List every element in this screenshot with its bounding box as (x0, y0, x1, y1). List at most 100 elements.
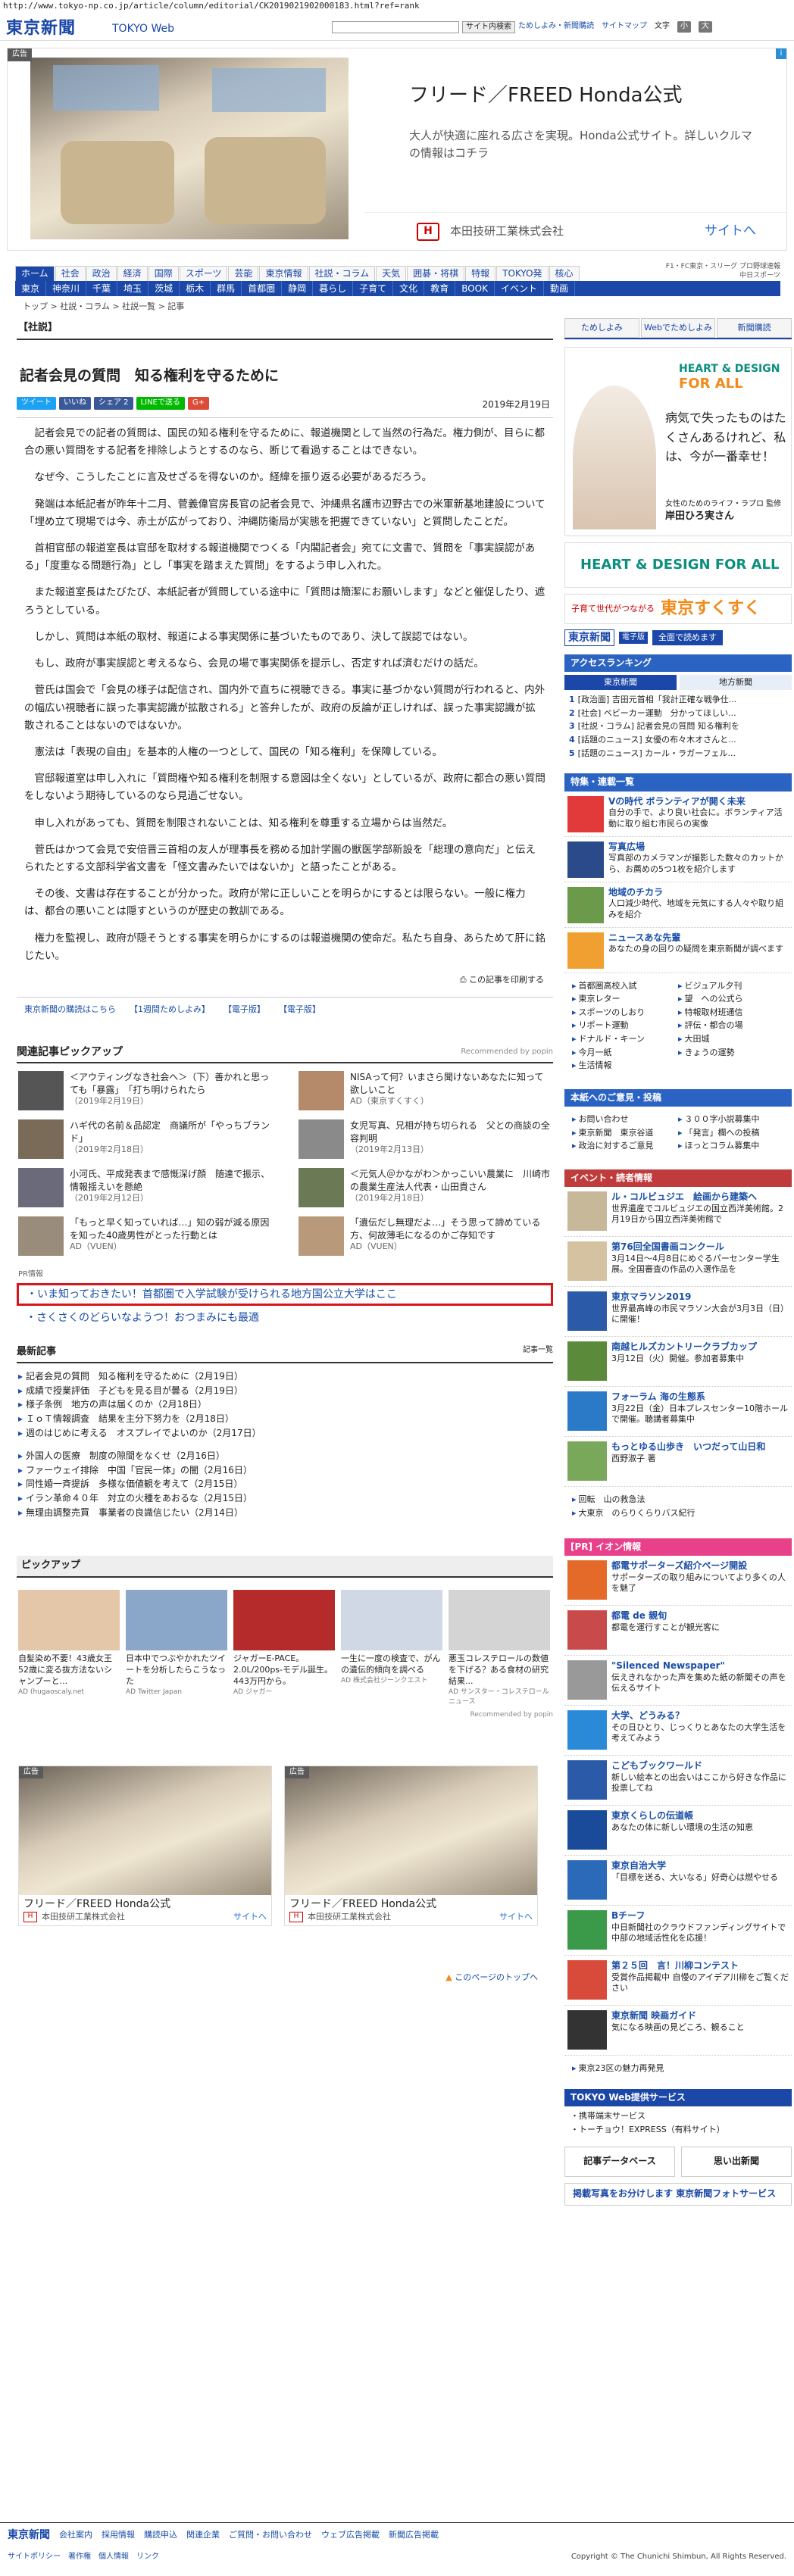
event-item[interactable]: フォーラム 海の生態系 3月22日（金）日本プレスセンター10階ホールで開催。聴講… (564, 1387, 792, 1438)
link[interactable]: ３００字小説募集中 (678, 1113, 784, 1126)
nav-item[interactable]: スポーツ (179, 266, 228, 281)
list-item[interactable]: 成績で授業評価 子どもを見る目が曇る（2月19日） (18, 1384, 552, 1398)
event-item[interactable]: もっとゆる山歩き いつだって山日和 西野淑子 著 (564, 1437, 792, 1488)
list-item[interactable]: 同性婚一斉提訴 多様な価値観を考えて（2月15日） (18, 1477, 552, 1491)
address-bar[interactable]: http://www.tokyo-np.co.jp/article/column… (0, 0, 794, 12)
feature-item[interactable]: ニュースあな先輩 あなたの身の回りの疑問を東京新聞が調べます (564, 928, 792, 973)
page-top-link[interactable]: ▲ このページのトップへ (17, 1972, 553, 1984)
footer-link[interactable]: ご質問・お問い合わせ (229, 2529, 312, 2541)
subnav-item[interactable]: 茨城 (148, 281, 180, 296)
article-db-button[interactable]: 記事データベース (564, 2147, 675, 2178)
chunichi-sports-link[interactable]: 中日スポーツ (666, 272, 780, 281)
subnav-item[interactable]: BOOK (455, 281, 495, 296)
list-item[interactable]: 様子条例 地方の声は届くのか（2月18日） (18, 1397, 552, 1412)
link[interactable]: お問い合わせ (572, 1113, 678, 1126)
privacy-link[interactable]: 個人情報 (98, 2552, 129, 2563)
subnav-item[interactable]: 暮らし (313, 281, 354, 296)
subnav-item[interactable]: 埼玉 (117, 281, 149, 296)
subnav-item[interactable]: 千葉 (86, 281, 118, 296)
sports-link[interactable]: F1・FC東京・スリーグ プロ野球速報 (666, 263, 780, 272)
line-button[interactable]: LINEで送る (136, 397, 185, 410)
pickup-item[interactable]: ジャガーE-PACE。2.0L/200ps-モデル誕生。443万円から。 AD ジ… (233, 1590, 335, 1707)
footer-logo[interactable]: 東京新聞 (8, 2528, 50, 2543)
event-item[interactable]: 東京マラソン2019 世界最高峰の市民マラソン大会が3月3日（日）に開催！ (564, 1287, 792, 1338)
ad-site-link[interactable]: サイトへ (499, 1911, 533, 1923)
ad-info-icon[interactable]: i (776, 48, 786, 59)
font-small-button[interactable]: 小 (677, 21, 691, 33)
footer-link[interactable]: 購読申込 (144, 2529, 177, 2541)
aeon-item[interactable]: 東京自治大学 「目標を送る、大いなる」好奇心は燃やせる (564, 1856, 792, 1906)
ad-title[interactable]: フリード／FREED Honda公式 (409, 82, 683, 111)
subnav-item[interactable]: 群馬 (211, 281, 242, 296)
tab-web-trial[interactable]: Webでためしよみ (640, 318, 716, 338)
subscribe-link[interactable]: ためしよみ・新聞購読 (518, 21, 594, 33)
site-logo[interactable]: 東京新聞 (6, 17, 76, 41)
link[interactable]: 評伝・都合の場 (678, 1019, 784, 1032)
link[interactable]: 今月一紙 (572, 1046, 678, 1060)
nav-item[interactable]: 核心 (549, 266, 580, 281)
pickup-item[interactable]: 自髪染め不要！43歳女王52歳に変る抜方法ないシャンプーと... AD (huga… (18, 1590, 120, 1707)
feature-item[interactable]: 写真広場 写真部のカメラマンが撮影した数々のカットから、お薦めの5つ1枚を紹介しま… (564, 837, 792, 882)
related-item[interactable]: NISAって何？いまさら聞けないあなたに知って欲しいこと AD（東京すくすく） (299, 1071, 552, 1112)
nav-item[interactable]: 社会 (55, 266, 86, 281)
event-item[interactable]: 南越ヒルズカントリークラブカップ 3月12日（火）開催。参加者募集中 (564, 1337, 792, 1388)
link[interactable]: スポーツのしおり (572, 1006, 678, 1019)
list-item[interactable]: 記者会見の質問 知る権利を守るために（2月19日） (18, 1369, 552, 1384)
related-item[interactable]: 「もっと早く知っていれば…」知の弱が減る原因を知った40歳男性がとった行動とは A… (18, 1216, 271, 1257)
subnav-item[interactable]: 文化 (393, 281, 425, 296)
breadcrumb[interactable]: トップ > 社説・コラム > 社説一覧 > 記事 (23, 301, 794, 313)
pr-highlight-link[interactable]: ・いま知っておきたい！首都圏で入学試験が受けられる地方国公立大学はここ (17, 1282, 553, 1307)
aeon-item[interactable]: 都電サポーターズ紹介ページ開設 サポーターズの取り組みについてより多くの人を魅了 (564, 1556, 792, 1606)
related-item[interactable]: 「遺伝だし無理だよ…」そう思って諦めている方、何故薄毛になるのかご存知です AD（… (299, 1216, 552, 1257)
pickup-item[interactable]: 一生に一度の検査で、がんの遺伝的傾向を調べる AD 株式会社ジーンクエスト (341, 1590, 442, 1707)
list-item[interactable]: 無理由調整売買 事業者の良識信じたい（2月14日） (18, 1506, 552, 1520)
subscribe-link[interactable]: 東京新聞の購読はこちら (24, 1004, 116, 1016)
font-large-button[interactable]: 大 (699, 21, 712, 33)
footer-link[interactable]: ウェブ広告掲載 (321, 2529, 380, 2541)
latest-list-link[interactable]: 記事一覧 (523, 1345, 553, 1360)
nav-item[interactable]: 国際 (148, 266, 179, 281)
list-item[interactable]: 4 [話題のニュース] 女優の布々木オさんと... (569, 733, 787, 747)
pickup-item[interactable]: 日本中でつぶやかれたツイートを分析したらこうなった AD Twitter Japa… (126, 1590, 227, 1707)
nav-item[interactable]: 社説・コラム (308, 266, 376, 281)
gplus-button[interactable]: G+ (187, 397, 210, 410)
aeon-item[interactable]: 東京くらしの伝道帳 あなたの体に新しい環境の生活の知恵 (564, 1806, 792, 1856)
nav-home[interactable]: ホーム (15, 266, 55, 281)
pickup-item[interactable]: 悪玉コレステロールの数値を下げる？ある食材の研究結果... AD サンスター・コレ… (449, 1590, 550, 1707)
footer-link[interactable]: 関連企業 (186, 2529, 220, 2541)
subnav-item[interactable]: 静岡 (282, 281, 314, 296)
aeon-item[interactable]: こどもブックワールド 新しい絵本との出会いはここから好きな作品に投票してね (564, 1756, 792, 1806)
like-button[interactable]: いいね (59, 397, 91, 410)
list-item[interactable]: 3 [社説・コラム] 記者会見の質問 知る権利を (569, 720, 787, 733)
bottom-ad[interactable]: 広告 フリード／FREED Honda公式 H 本田技研工業株式会社 サイトへ (284, 1765, 538, 1926)
link[interactable]: 生活情報 (572, 1059, 678, 1073)
pr-link[interactable]: ・さくさくのどらいなようつ！おつまみにも最適 (17, 1306, 553, 1330)
aeon-item[interactable]: 都電 de 親旬 都電を運行すことが観光客に (564, 1606, 792, 1656)
link[interactable]: ドナルド・キーン (572, 1032, 678, 1046)
aeon-item[interactable]: 第２５回 言！川柳コンテスト 受賞作品掲載中 自慢のアイデア川柳をご覧ください (564, 1956, 792, 2006)
list-item[interactable]: 5 [話題のニュース] カール・ラガーフェル... (569, 747, 787, 760)
list-item[interactable]: ＩｏＴ情報調査 結果を主分下努力を（2月18日） (18, 1412, 552, 1426)
share-button[interactable]: シェア 2 (94, 397, 133, 410)
popin-credit[interactable]: Recommended by popin (461, 1047, 553, 1058)
ad-site-link[interactable]: サイトへ (705, 222, 756, 241)
list-item[interactable]: ファーウェイ排除 中国「官民一体」の闇（2月16日） (18, 1463, 552, 1478)
tokyo-web-logo[interactable]: TOKYO Web (112, 21, 174, 36)
heart-design-banner[interactable]: HEART & DESIGN FOR ALL (564, 542, 792, 588)
photo-service-banner[interactable]: 掲載写真をお分けします 東京新聞フォトサービス (564, 2183, 792, 2206)
link[interactable]: 東京新聞 東京谷道 (572, 1126, 678, 1140)
link[interactable]: 東京レター (572, 992, 678, 1006)
footer-link[interactable]: 新聞広告掲載 (389, 2529, 439, 2541)
aeon-item[interactable]: Bチーフ 中日新聞社のクラウドファンディングサイトで中部の地域活性化を応援！ (564, 1906, 792, 1956)
related-item[interactable]: 小河氏、平成発表まで感慨深げ顔 随達で振示、情報揺えいを懸絶 （2019年2月12… (18, 1168, 271, 1209)
list-item[interactable]: 外国人の医療 制度の隙間をなくせ（2月16日） (18, 1449, 552, 1463)
link[interactable]: きょうの運勢 (678, 1046, 784, 1060)
list-item[interactable]: 2 [社会] ベビーカー運動 分かってほしい... (569, 707, 787, 720)
nav-item[interactable]: 特報 (465, 266, 496, 281)
tab-tokyo[interactable]: 東京新聞 (564, 675, 677, 691)
aeon-item[interactable]: "Silenced Newspaper" 伝えきれなかった声を集めた紙の新聞その声… (564, 1656, 792, 1706)
aeon-item[interactable]: 東京新聞 映画ガイド 気になる映画の見どころ、観ること (564, 2006, 792, 2056)
link[interactable]: 東京23区の魅力再発見 (572, 2062, 784, 2075)
subnav-item[interactable]: 栃木 (180, 281, 211, 296)
subnav-item[interactable]: 首都圏 (242, 281, 283, 296)
